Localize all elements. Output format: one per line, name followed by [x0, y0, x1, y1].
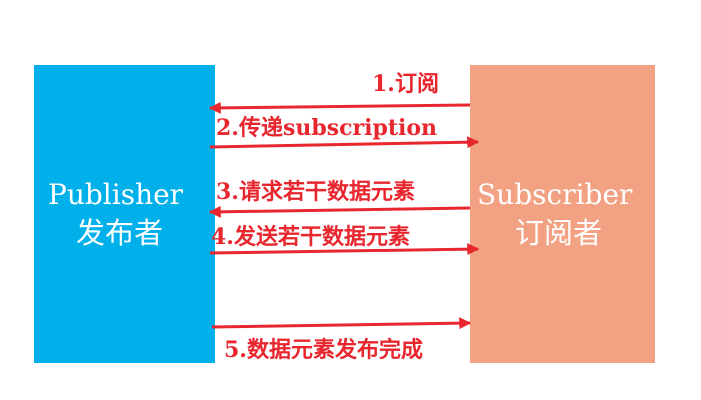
message-3-label: 3.请求若干数据元素: [216, 179, 415, 205]
arrow-1-subscribe: [208, 101, 471, 114]
message-2-label: 2.传递subscription: [216, 115, 438, 141]
subscriber-name: Subscriber: [477, 178, 633, 211]
arrow-3-request-elements: [208, 205, 471, 218]
arrow-2-pass-subscription: [209, 136, 480, 149]
subscriber-name-cn: 订阅者: [515, 216, 603, 250]
message-1-label: 1.订阅: [372, 71, 439, 97]
arrow-5-publish-complete: [211, 317, 472, 330]
message-4-label: 4.发送若干数据元素: [211, 224, 410, 250]
message-5-label: 5.数据元素发布完成: [224, 337, 423, 363]
